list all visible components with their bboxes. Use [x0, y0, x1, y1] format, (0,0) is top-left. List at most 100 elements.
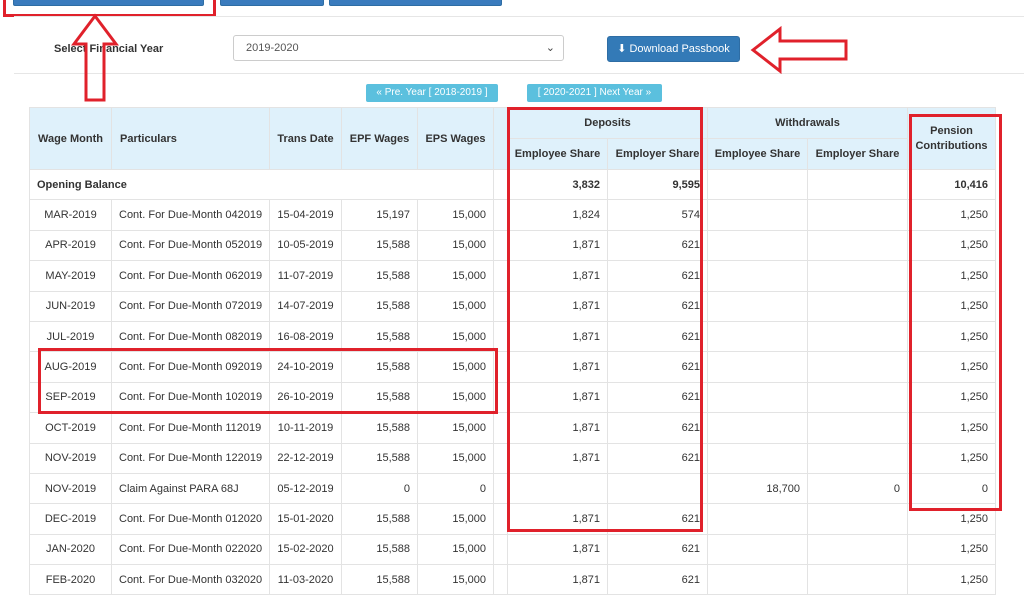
withdrawal-employer-cell: [806, 442, 909, 474]
eps-wages-cell: 15,000: [417, 503, 494, 535]
trans-date-cell: 05-12-2019: [269, 472, 342, 505]
epf-wages-cell: 15,588: [341, 260, 418, 292]
withdrawal-employer-cell: [806, 412, 909, 444]
eps-wages-cell: 15,000: [417, 442, 494, 474]
epf-wages-cell: 15,588: [341, 564, 418, 595]
financial-year-select[interactable]: 2019-2020 ⌄: [233, 35, 564, 61]
eps-wages-cell: 15,000: [417, 533, 494, 566]
epf-wages-cell: 15,588: [341, 442, 418, 474]
withdrawal-employer-cell: [806, 503, 909, 535]
header-spacer: [493, 107, 508, 170]
deposit-employer-cell: 621: [607, 533, 708, 566]
wage-month-cell: MAR-2019: [29, 199, 112, 231]
withdrawal-employee-cell: [707, 320, 808, 353]
trans-date-cell: 10-11-2019: [269, 412, 342, 444]
header-withdrawal-employer-share: Employer Share: [806, 138, 909, 170]
annotation-arrow-up: [71, 13, 119, 102]
withdrawal-employer-cell: [806, 260, 909, 292]
header-eps-wages: EPS Wages: [417, 107, 494, 170]
spacer-cell: [493, 199, 508, 231]
eps-wages-cell: 15,000: [417, 260, 494, 292]
withdrawal-employer-cell: [806, 381, 909, 414]
wage-month-cell: MAY-2019: [29, 260, 112, 292]
wage-month-cell: NOV-2019: [29, 472, 112, 505]
particulars-cell: Cont. For Due-Month 052019: [111, 229, 270, 262]
withdrawal-employer-cell: [806, 533, 909, 566]
withdrawal-employee-cell: [707, 199, 808, 231]
eps-wages-cell: 15,000: [417, 290, 494, 322]
eps-wages-cell: 15,000: [417, 229, 494, 262]
trans-date-cell: 11-03-2020: [269, 564, 342, 595]
epf-wages-cell: 0: [341, 472, 418, 505]
annotation-arrow-left: [750, 25, 848, 75]
epf-wages-cell: 15,588: [341, 229, 418, 262]
spacer-cell: [493, 472, 508, 505]
download-passbook-button[interactable]: ⬇ Download Passbook: [607, 36, 740, 62]
divider: [14, 16, 1024, 17]
spacer-cell: [493, 229, 508, 262]
eps-wages-cell: 15,000: [417, 412, 494, 444]
trans-date-cell: 15-01-2020: [269, 503, 342, 535]
withdrawal-employer-cell: [806, 199, 909, 231]
particulars-cell: Cont. For Due-Month 062019: [111, 260, 270, 292]
deposit-employer-cell: 621: [607, 564, 708, 595]
withdrawal-employee-cell: [707, 351, 808, 383]
opening-wd-emp: [707, 168, 808, 201]
spacer-cell: [493, 533, 508, 566]
header-withdrawals: Withdrawals: [706, 107, 909, 139]
deposit-employee-cell: 1,871: [507, 533, 608, 566]
spacer-cell: [493, 290, 508, 322]
wage-month-cell: APR-2019: [29, 229, 112, 262]
spacer-cell: [493, 442, 508, 474]
eps-wages-cell: 15,000: [417, 199, 494, 231]
eps-wages-cell: 15,000: [417, 564, 494, 595]
pension-cell: 1,250: [907, 564, 997, 595]
withdrawal-employee-cell: [707, 412, 808, 444]
next-year-button[interactable]: [ 2020-2021 ] Next Year »: [527, 84, 662, 102]
particulars-cell: Cont. For Due-Month 072019: [111, 290, 270, 322]
divider: [14, 73, 1024, 74]
header-trans-date: Trans Date: [269, 107, 342, 170]
particulars-cell: Cont. For Due-Month 122019: [111, 442, 270, 474]
deposit-employee-cell: 1,871: [507, 564, 608, 595]
table-row: FEB-2020 Cont. For Due-Month 032020 11-03-…: [29, 564, 997, 595]
spacer-cell: [493, 564, 508, 595]
eps-wages-cell: 0: [417, 472, 494, 505]
epf-wages-cell: 15,588: [341, 412, 418, 444]
epf-wages-cell: 15,588: [341, 290, 418, 322]
chevron-down-icon: ⌄: [545, 42, 555, 54]
withdrawal-employee-cell: [707, 442, 808, 474]
trans-date-cell: 15-02-2020: [269, 533, 342, 566]
header-epf-wages: EPF Wages: [341, 107, 418, 170]
wage-month-cell: NOV-2019: [29, 442, 112, 474]
particulars-cell: Cont. For Due-Month 022020: [111, 533, 270, 566]
top-tab-button-2[interactable]: [220, 0, 324, 6]
epf-wages-cell: 15,197: [341, 199, 418, 231]
withdrawal-employee-cell: [707, 290, 808, 322]
withdrawal-employee-cell: [707, 533, 808, 566]
table-row: JAN-2020 Cont. For Due-Month 022020 15-02-…: [29, 533, 997, 566]
download-passbook-label: Download Passbook: [629, 43, 730, 55]
withdrawal-employer-cell: [806, 229, 909, 262]
spacer-cell: [493, 503, 508, 535]
header-wage-month: Wage Month: [29, 107, 112, 170]
spacer-cell: [493, 412, 508, 444]
withdrawal-employer-cell: [806, 564, 909, 595]
spacer-cell: [493, 260, 508, 292]
wage-month-cell: OCT-2019: [29, 412, 112, 444]
withdrawal-employee-cell: [707, 381, 808, 414]
financial-year-value: 2019-2020: [246, 42, 299, 54]
trans-date-cell: 14-07-2019: [269, 290, 342, 322]
withdrawal-employee-cell: [707, 564, 808, 595]
withdrawal-employee-cell: 18,700: [707, 472, 808, 505]
particulars-cell: Cont. For Due-Month 012020: [111, 503, 270, 535]
withdrawal-employer-cell: [806, 320, 909, 353]
annotation-box-pension: [909, 114, 1002, 511]
trans-date-cell: 11-07-2019: [269, 260, 342, 292]
epf-wages-cell: 15,588: [341, 503, 418, 535]
withdrawal-employee-cell: [707, 503, 808, 535]
withdrawal-employer-cell: 0: [806, 472, 909, 505]
prev-year-button[interactable]: « Pre. Year [ 2018-2019 ]: [366, 84, 498, 102]
top-tab-button-3[interactable]: [329, 0, 502, 6]
opening-wd-er: [806, 168, 909, 201]
